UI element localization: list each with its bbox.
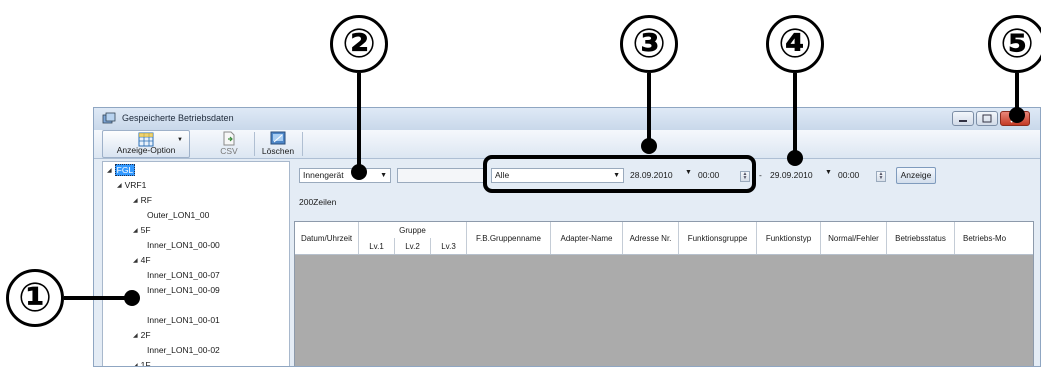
expanded-triangle-icon: ◢: [117, 183, 122, 189]
callout-4-dot: [787, 150, 803, 166]
callout-1-dot: [124, 290, 140, 306]
to-date-dropdown-icon[interactable]: ▼: [825, 169, 832, 176]
tree-node-1f[interactable]: ◢ 1F: [133, 360, 151, 367]
tree-node-vrf1[interactable]: ◢ VRF1: [117, 180, 146, 190]
col-group-lv1[interactable]: Lv.1: [359, 238, 395, 254]
tree-node-inner-lon1-00-01[interactable]: Inner_LON1_00-01: [147, 315, 220, 325]
tree-node-5f[interactable]: ◢ 5F: [133, 225, 151, 235]
range-separator: -: [759, 170, 762, 180]
col-adapter[interactable]: Adapter-Name: [551, 222, 623, 254]
csv-label: CSV: [220, 146, 238, 156]
col-operation-status[interactable]: Betriebsstatus: [887, 222, 955, 254]
to-date[interactable]: 29.09.2010: [770, 170, 813, 180]
minimize-icon: [959, 120, 967, 122]
expanded-triangle-icon: ◢: [107, 168, 112, 174]
row-count: 200Zeilen: [299, 197, 337, 207]
display-option-label: Anzeige-Option: [116, 145, 176, 155]
col-fb-group[interactable]: F.B.Gruppenname: [467, 222, 551, 254]
tree-node-inner-lon1-00-00[interactable]: Inner_LON1_00-00: [147, 240, 220, 250]
callout-4: ④: [766, 15, 824, 73]
grid-header: Datum/Uhrzeit Gruppe Lv.1 Lv.2 Lv.3 F.B.…: [295, 222, 1033, 255]
callout-2-dot: [351, 164, 367, 180]
col-normal-error[interactable]: Normal/Fehler: [821, 222, 887, 254]
callout-3: ③: [620, 15, 678, 73]
col-group[interactable]: Gruppe: [359, 222, 467, 238]
col-group-lv3[interactable]: Lv.3: [431, 238, 467, 254]
col-datetime[interactable]: Datum/Uhrzeit: [295, 222, 359, 254]
tree-node-2f[interactable]: ◢ 2F: [133, 330, 151, 340]
unit-type-select[interactable]: Innengerät ▼: [299, 168, 391, 183]
callout-1-leader: [64, 296, 130, 300]
delete-icon: [270, 131, 286, 145]
secondary-select[interactable]: [397, 168, 485, 183]
col-function-type[interactable]: Funktionstyp: [757, 222, 821, 254]
tree-node-inner-lon1-00-07[interactable]: Inner_LON1_00-07: [147, 270, 220, 280]
tree-node-outer-lon1-00[interactable]: Outer_LON1_00: [147, 210, 209, 220]
delete-button[interactable]: Löschen: [260, 130, 296, 158]
to-time-spinner[interactable]: ▲ ▼: [876, 171, 886, 182]
tree-node-rf[interactable]: ◢ RF: [133, 195, 152, 205]
date-range-highlight: [483, 155, 756, 193]
csv-file-icon: [223, 131, 235, 146]
csv-button[interactable]: CSV: [214, 130, 244, 158]
toolbar-divider: [302, 132, 303, 156]
callout-4-leader: [793, 73, 797, 155]
to-time[interactable]: 00:00: [838, 170, 859, 180]
callout-1: ①: [6, 269, 64, 327]
callout-3-leader: [647, 73, 651, 143]
window-title: Gespeicherte Betriebsdaten: [122, 113, 234, 123]
title-bar: Gespeicherte Betriebsdaten: [94, 108, 1040, 130]
data-grid[interactable]: Datum/Uhrzeit Gruppe Lv.1 Lv.2 Lv.3 F.B.…: [294, 221, 1034, 366]
restore-icon: [982, 114, 992, 123]
show-button[interactable]: Anzeige: [896, 167, 936, 184]
expanded-triangle-icon: ◢: [133, 258, 138, 264]
tree-node-4f[interactable]: ◢ 4F: [133, 255, 151, 265]
dropdown-arrow-icon: ▼: [380, 172, 387, 179]
delete-label: Löschen: [261, 146, 295, 156]
callout-2: ②: [330, 15, 388, 73]
col-address[interactable]: Adresse Nr.: [623, 222, 679, 254]
minimize-button[interactable]: [952, 111, 974, 126]
expanded-triangle-icon: ◢: [133, 363, 138, 367]
col-operation-mode[interactable]: Betriebs-Mo: [955, 222, 1035, 254]
callout-5-dot: [1009, 107, 1025, 123]
callout-5: ⑤: [988, 15, 1041, 73]
expanded-triangle-icon: ◢: [133, 198, 138, 204]
tree-node-inner-lon1-00-02[interactable]: Inner_LON1_00-02: [147, 345, 220, 355]
callout-3-dot: [641, 138, 657, 154]
location-tree[interactable]: ◢ FGL ◢ VRF1 ◢ RF Outer_LON1_00 ◢ 5F Inner_L…: [102, 161, 290, 367]
callout-2-leader: [357, 73, 361, 169]
maximize-button[interactable]: [976, 111, 998, 126]
expanded-triangle-icon: ◢: [133, 228, 138, 234]
col-function-group[interactable]: Funktionsgruppe: [679, 222, 757, 254]
tree-node-inner-lon1-00-09[interactable]: Inner_LON1_00-09: [147, 285, 220, 295]
col-group-lv2[interactable]: Lv.2: [395, 238, 431, 254]
dropdown-arrow-icon: ▼: [177, 137, 183, 143]
app-icon: [102, 112, 116, 124]
application-window: Gespeicherte Betriebsdaten ▼ Anzeige-Opt…: [93, 107, 1041, 367]
tree-node-fgl[interactable]: ◢ FGL: [107, 164, 136, 176]
display-option-button[interactable]: ▼ Anzeige-Option: [102, 130, 190, 158]
expanded-triangle-icon: ◢: [133, 333, 138, 339]
toolbar-divider: [254, 132, 255, 156]
